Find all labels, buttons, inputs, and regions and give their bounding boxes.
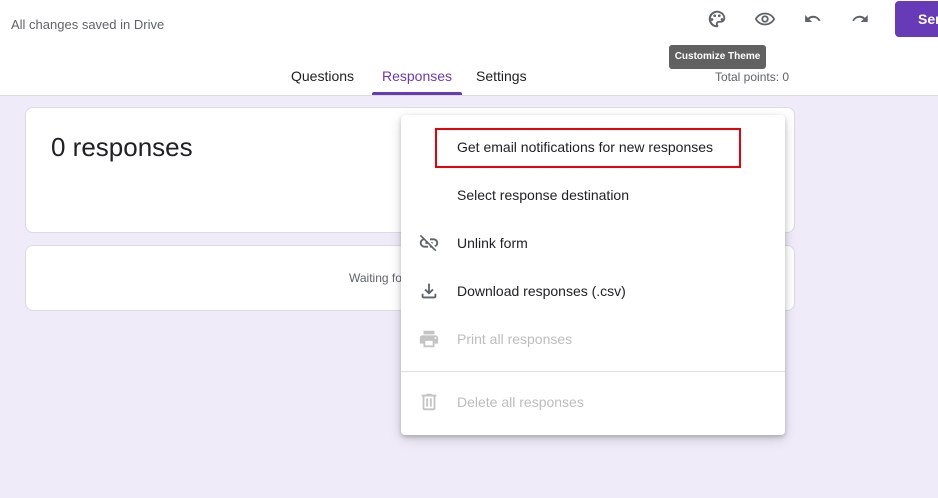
menu-item-select-destination[interactable]: Select response destination [401,171,785,219]
undo-icon[interactable] [800,6,826,32]
menu-item-label: Print all responses [457,331,573,347]
unlink-icon [417,231,441,255]
total-points: Total points: 0 [715,70,790,84]
menu-item-print-responses[interactable]: Print all responses [401,315,785,363]
menu-divider [401,371,785,372]
responses-options-menu: Get email notifications for new response… [401,115,785,435]
customize-theme-tooltip: Customize Theme [669,45,766,69]
trash-icon [417,390,441,414]
redo-icon[interactable] [847,6,873,32]
tab-settings[interactable]: Settings [476,68,527,84]
print-icon [417,327,441,351]
waiting-text: Waiting fo [349,271,402,285]
responses-count: 0 responses [51,132,193,162]
download-icon [417,279,441,303]
palette-icon[interactable] [704,6,730,32]
tab-responses[interactable]: Responses [382,68,452,84]
menu-item-unlink-form[interactable]: Unlink form [401,219,785,267]
eye-icon[interactable] [752,6,778,32]
menu-item-email-notifications[interactable]: Get email notifications for new response… [401,123,785,171]
top-bar: All changes saved in Drive Ser Customize… [0,0,938,96]
menu-item-label: Unlink form [457,235,528,251]
active-tab-indicator [372,92,462,95]
menu-item-label: Get email notifications for new response… [457,139,714,155]
menu-item-download-csv[interactable]: Download responses (.csv) [401,267,785,315]
saved-status: All changes saved in Drive [11,17,165,32]
menu-item-label: Delete all responses [457,394,584,410]
send-button[interactable]: Ser [895,1,938,37]
menu-item-delete-responses[interactable]: Delete all responses [401,378,785,426]
menu-item-label: Download responses (.csv) [457,283,626,299]
tab-questions[interactable]: Questions [291,68,354,84]
menu-item-label: Select response destination [457,187,629,203]
